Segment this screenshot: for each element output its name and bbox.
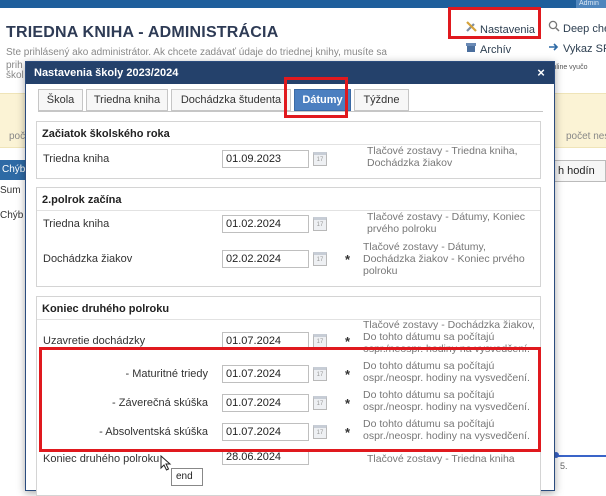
calendar-icon[interactable]: 17 bbox=[313, 334, 327, 348]
magnifier-icon bbox=[547, 20, 561, 35]
page-subtitle-line3: škol bbox=[6, 70, 24, 81]
required-star: * bbox=[345, 252, 351, 267]
bg-errors-label: Chýb bbox=[0, 210, 24, 221]
bg-sum-label: Sum bbox=[0, 185, 21, 196]
tab-dochadzka-studenta[interactable]: Dochádzka študenta bbox=[171, 89, 291, 111]
calendar-icon[interactable]: 17 bbox=[313, 152, 327, 166]
section-second-semester: 2.polrok začína Triedna kniha 01.02.2024… bbox=[36, 187, 541, 287]
deep-check-label[interactable]: Deep che bbox=[563, 23, 606, 35]
date-field[interactable]: 28.06.2024 bbox=[222, 450, 309, 465]
bg-axis-tick: 5. bbox=[560, 461, 568, 471]
section-header: Koniec druhého polroku bbox=[42, 303, 170, 315]
datumy-tab-highlight bbox=[284, 77, 348, 118]
tab-triedna-kniha[interactable]: Triedna kniha bbox=[86, 89, 168, 111]
row-label: Dochádzka žiakov bbox=[43, 253, 133, 265]
row-note: Tlačové zostavy - Dátumy, Dochádzka žiak… bbox=[363, 241, 525, 277]
close-icon[interactable]: × bbox=[534, 62, 548, 84]
tab-tyzdne[interactable]: Týždne bbox=[354, 89, 409, 111]
date-field[interactable]: 02.02.2024 bbox=[222, 250, 309, 268]
section-school-year-start: Začiatok školského roka Triedna kniha 01… bbox=[36, 121, 541, 179]
section-header: Začiatok školského roka bbox=[42, 128, 170, 140]
calendar-icon[interactable]: 17 bbox=[313, 252, 327, 266]
date-field[interactable]: 01.09.2023 bbox=[222, 150, 309, 168]
row-note: Tlačové zostavy - Triedna kniha bbox=[367, 453, 515, 465]
bg-hours-button[interactable]: h hodín bbox=[551, 160, 606, 182]
deep-check-link[interactable]: Deep che bbox=[547, 20, 606, 35]
row-label: Triedna kniha bbox=[43, 218, 110, 230]
settings-highlight bbox=[448, 7, 541, 39]
row-label: Uzavretie dochádzky bbox=[43, 335, 146, 347]
bg-chart-line bbox=[556, 455, 606, 457]
archive-link-label[interactable]: Archív bbox=[480, 44, 511, 56]
row-note: Tlačové zostavy - Triedna kniha, Dochádz… bbox=[367, 145, 518, 169]
section-header: 2.polrok začína bbox=[42, 194, 122, 206]
vykaz-link[interactable]: Vykaz SP bbox=[547, 42, 606, 55]
page-title: TRIEDNA KNIHA - ADMINISTRÁCIA bbox=[6, 24, 279, 41]
row-label: Koniec druhého polroku bbox=[43, 453, 160, 465]
bg-count-left: poč bbox=[9, 131, 26, 142]
row-label: Triedna kniha bbox=[43, 153, 110, 165]
page-subtitle: Ste prihlásený ako administrátor. Ak chc… bbox=[6, 47, 387, 58]
archive-icon bbox=[464, 42, 478, 56]
tooltip: end bbox=[171, 468, 203, 486]
dialog-title: Nastavenia školy 2023/2024 bbox=[34, 67, 179, 79]
exam-rows-highlight bbox=[39, 347, 541, 452]
tab-skola[interactable]: Škola bbox=[38, 89, 83, 111]
bg-count-right: počet nes bbox=[566, 131, 606, 142]
arrow-right-icon bbox=[547, 42, 561, 55]
archive-link[interactable]: Archív bbox=[464, 42, 511, 56]
calendar-icon[interactable]: 17 bbox=[313, 217, 327, 231]
vykaz-link-label[interactable]: Vykaz SP bbox=[563, 43, 606, 55]
row-note: Tlačové zostavy - Dátumy, Koniec prvého … bbox=[367, 211, 525, 235]
date-field[interactable]: 01.02.2024 bbox=[222, 215, 309, 233]
admin-tab[interactable]: Admin bbox=[576, 0, 606, 8]
